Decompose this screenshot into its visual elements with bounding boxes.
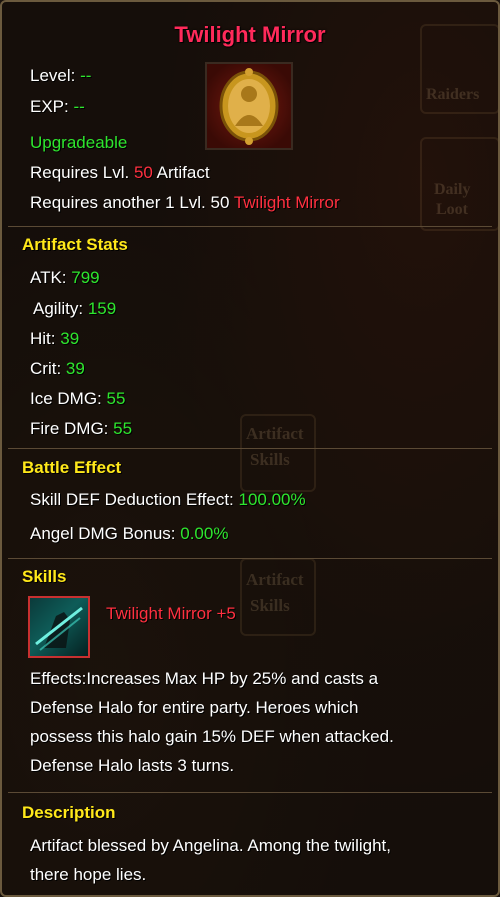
requirement-level-value: 50 [133, 163, 153, 182]
stat-label: ATK: [30, 268, 67, 287]
skills-header: Skills [22, 567, 67, 586]
mirror-artifact-icon [219, 68, 279, 145]
requirement-item-row: Requires another 1 Lvl. 50 Twilight Mirr… [30, 193, 340, 213]
loot-label: Loot [436, 201, 468, 218]
skill-effect-line: Defense Halo lasts 3 turns. [30, 756, 235, 775]
stat-atk: ATK: 799 [30, 268, 100, 288]
exp-label: EXP: [30, 97, 69, 116]
exp-value: -- [73, 97, 85, 116]
stat-value: 799 [71, 268, 100, 287]
stat-label: Crit: [30, 359, 62, 378]
skill-name: Twilight Mirror +5 [106, 604, 236, 623]
divider-4 [8, 792, 492, 793]
stat-label: Agility: [33, 299, 84, 318]
bg-artifact-label-1: Artifact [246, 424, 304, 443]
item-tooltip: Raiders Daily Loot Artifact Skills Artif… [0, 0, 500, 897]
battle-value: 100.00% [238, 490, 306, 509]
description-header: Description [22, 803, 116, 822]
stat-crit: Crit: 39 [30, 359, 85, 379]
skill-effect-line: possess this halo gain 15% DEF when atta… [30, 727, 394, 746]
stat-value: 55 [106, 389, 126, 408]
bg-artifact-label-2: Artifact [246, 570, 304, 589]
artifact-skills-bg-2: Artifact Skills [240, 558, 316, 636]
stat-label: Hit: [30, 329, 56, 348]
skill-effects: Effects:Increases Max HP by 25% and cast… [30, 664, 490, 780]
divider-3 [8, 558, 492, 559]
level-label: Level: [30, 66, 76, 85]
battle-angel-dmg-row: Angel DMG Bonus: 0.00% [30, 524, 228, 544]
item-title: Twilight Mirror [174, 22, 326, 47]
divider-1 [8, 226, 492, 227]
battle-value: 0.00% [180, 524, 229, 543]
battle-effect-header: Battle Effect [22, 458, 122, 477]
battle-label: Skill DEF Deduction Effect: [30, 490, 234, 509]
skill-effect-line: Defense Halo for entire party. Heroes wh… [30, 698, 359, 717]
requirement-level-prefix: Requires Lvl. [30, 163, 130, 182]
stat-fire-dmg: Fire DMG: 55 [30, 419, 132, 439]
stat-ice-dmg: Ice DMG: 55 [30, 389, 125, 409]
battle-skill-def-row: Skill DEF Deduction Effect: 100.00% [30, 490, 306, 510]
artifact-portrait [205, 62, 293, 150]
description-line: there hope lies. [30, 865, 147, 884]
stat-agility: Agility: 159 [33, 299, 116, 319]
stat-value: 39 [60, 329, 80, 348]
stat-value: 39 [65, 359, 85, 378]
stat-value: 55 [113, 419, 133, 438]
upgradeable-label: Upgradeable [30, 133, 128, 152]
exp-row: EXP: -- [30, 97, 85, 117]
daily-label: Daily [434, 181, 471, 198]
raiders-label: Raiders [426, 86, 480, 103]
requirement-level-row: Requires Lvl. 50 Artifact [30, 163, 210, 183]
description-line: Artifact blessed by Angelina. Among the … [30, 836, 391, 855]
stat-hit: Hit: 39 [30, 329, 79, 349]
skill-icon [28, 596, 90, 658]
artifact-stats-header: Artifact Stats [22, 235, 128, 254]
requirement-item-name: Twilight Mirror [233, 193, 340, 212]
daily-loot-button-bg: Daily Loot [420, 137, 498, 231]
stat-label: Fire DMG: [30, 419, 109, 438]
battle-label: Angel DMG Bonus: [30, 524, 176, 543]
shadow-figure-icon [35, 606, 83, 651]
stat-label: Ice DMG: [30, 389, 102, 408]
divider-2 [8, 448, 492, 449]
skill-effect-line: Effects:Increases Max HP by 25% and cast… [30, 669, 379, 688]
requirement-item-prefix: Requires another 1 Lvl. 50 [30, 193, 230, 212]
description-text: Artifact blessed by Angelina. Among the … [30, 831, 490, 889]
level-value: -- [80, 66, 92, 85]
artifact-skills-bg-1: Artifact Skills [240, 414, 316, 492]
level-row: Level: -- [30, 66, 91, 86]
bg-skills-label-2: Skills [250, 596, 290, 615]
requirement-level-suffix: Artifact [156, 163, 210, 182]
stat-value: 159 [87, 299, 117, 318]
